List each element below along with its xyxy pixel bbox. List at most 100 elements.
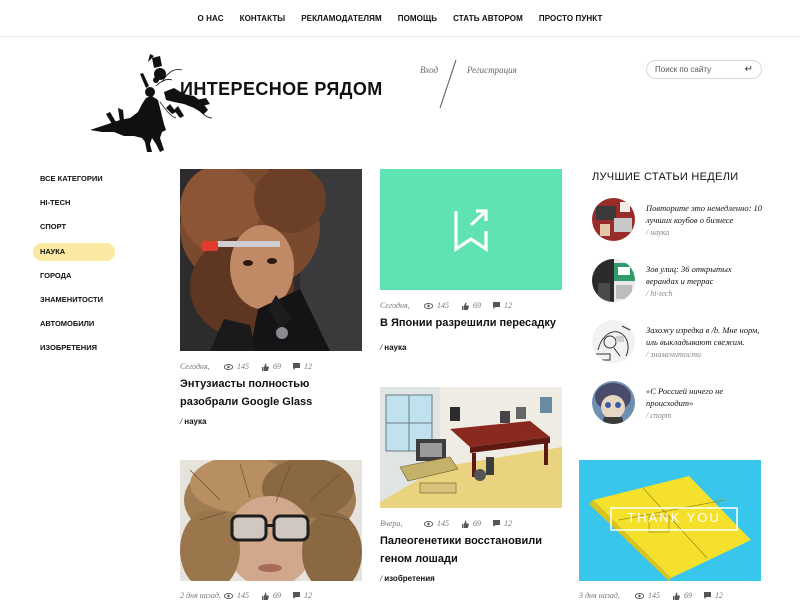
card-meta-2: Сегодня, 145 69 12 <box>380 301 524 310</box>
card-title-3[interactable]: Палеогенетики восстановили геном лошади <box>380 532 570 568</box>
likes-stat: 69 <box>461 519 481 528</box>
card-meta-5: 3 дня назад, 145 69 12 <box>579 591 735 600</box>
weekly-thumb[interactable] <box>592 381 635 424</box>
card-image-hay-hair[interactable] <box>180 460 362 581</box>
thumbs-up-icon <box>673 592 680 600</box>
category-sidebar: ВСЕ КАТЕГОРИИ HI-TECH СПОРТ НАУКА ГОРОДА… <box>33 170 115 364</box>
weekly-title: Захожу изредка в /b. Мне норм, иль выкла… <box>646 325 760 347</box>
card-category-2[interactable]: / наука <box>380 343 406 352</box>
weekly-title: Повторите это немедленно: 10 лучших коуб… <box>646 203 763 225</box>
sidebar-item-science[interactable]: НАУКА <box>33 242 115 261</box>
likes-stat: 69 <box>261 591 281 600</box>
sidebar-item-cities[interactable]: ГОРОДА <box>33 267 115 285</box>
card-title-line: разобрали Google Glass <box>180 396 313 408</box>
eye-icon <box>224 592 233 599</box>
card-title-1[interactable]: Энтузиасты полностью разобрали Google Gl… <box>180 375 370 411</box>
weekly-category: спорт <box>650 411 672 420</box>
comment-icon <box>293 363 300 370</box>
eye-icon <box>424 302 433 309</box>
eye-icon <box>224 363 233 370</box>
comments-stat: 12 <box>704 591 723 600</box>
logo-illustration[interactable] <box>90 52 215 154</box>
card-image-isometric-room[interactable] <box>380 387 562 508</box>
nav-contacts[interactable]: КОНТАКТЫ <box>240 14 286 23</box>
card-image-thank-you[interactable]: THANK YOU <box>579 460 761 581</box>
category-name: наука <box>384 343 407 352</box>
likes-stat: 69 <box>672 591 692 600</box>
weekly-item-1[interactable]: Повторите это немедленно: 10 лучших коуб… <box>592 198 767 246</box>
views-stat: 145 <box>224 591 249 600</box>
eye-icon <box>424 520 433 527</box>
likes-stat: 69 <box>461 301 481 310</box>
weekly-category: знаменитости <box>650 350 702 359</box>
card-meta-3: Вчера, 145 69 12 <box>380 519 524 528</box>
card-date: Сегодня, <box>380 301 410 310</box>
weekly-item-3[interactable]: Захожу изредка в /b. Мне норм, иль выкла… <box>592 320 767 368</box>
nav-simple-item[interactable]: ПРОСТО ПУНКТ <box>539 14 603 23</box>
thumbs-up-icon <box>462 520 469 528</box>
views-stat: 145 <box>635 591 660 600</box>
card-meta-1: Сегодня, 145 69 12 <box>180 362 324 371</box>
nav-help[interactable]: ПОМОЩЬ <box>398 14 437 23</box>
card-date: 3 дня назад, <box>579 591 620 600</box>
weekly-item-text: Зов улиц: 36 открытых верандах и террас … <box>646 263 766 300</box>
card-category-1[interactable]: / наука <box>180 417 206 426</box>
weekly-item-2[interactable]: Зов улиц: 36 открытых верандах и террас … <box>592 259 767 307</box>
likes-count: 69 <box>473 301 481 310</box>
likes-count: 69 <box>273 591 281 600</box>
weekly-item-4[interactable]: «С Россией ничего не происходит» / спорт <box>592 381 767 429</box>
weekly-thumb[interactable] <box>592 320 635 363</box>
sidebar-item-all[interactable]: ВСЕ КАТЕГОРИИ <box>33 170 115 188</box>
card-title-line: Энтузиасты полностью <box>180 378 310 390</box>
comments-count: 12 <box>304 591 312 600</box>
card-meta-4: 2 дня назад, 145 69 12 <box>180 591 324 600</box>
eye-icon <box>635 592 644 599</box>
likes-count: 69 <box>684 591 692 600</box>
register-link[interactable]: Регистрация <box>467 65 517 75</box>
comment-icon <box>704 592 711 599</box>
views-count: 145 <box>648 591 660 600</box>
weekly-title: «С Россией ничего не происходит» <box>646 386 724 408</box>
card-title-2[interactable]: В Японии разрешили пересадку <box>380 314 570 332</box>
comments-count: 12 <box>504 519 512 528</box>
card-title-line: В Японии разрешили пересадку <box>380 317 556 329</box>
search-input[interactable] <box>655 65 735 74</box>
nav-become-author[interactable]: СТАТЬ АВТОРОМ <box>453 14 523 23</box>
views-stat: 145 <box>424 519 449 528</box>
comments-count: 12 <box>304 362 312 371</box>
card-image-teal[interactable] <box>380 169 562 290</box>
login-link[interactable]: Вход <box>420 65 438 75</box>
comments-stat: 12 <box>293 362 312 371</box>
weekly-category: hi-tech <box>650 289 673 298</box>
comments-count: 12 <box>715 591 723 600</box>
sidebar-item-cars[interactable]: АВТОМОБИЛИ <box>33 315 115 333</box>
comments-stat: 12 <box>493 301 512 310</box>
likes-count: 69 <box>273 362 281 371</box>
enter-icon[interactable]: ↵ <box>745 64 753 75</box>
weekly-thumb[interactable] <box>592 259 635 302</box>
sidebar-item-inventions[interactable]: ИЗОБРЕТЕНИЯ <box>33 339 115 357</box>
card-category-3[interactable]: / изобретения <box>380 574 435 583</box>
card-title-line: геном лошади <box>380 553 458 565</box>
card-image-google-glass[interactable] <box>180 169 362 351</box>
nav-advertisers[interactable]: РЕКЛАМОДАТЕЛЯМ <box>301 14 381 23</box>
auth-links: Вход Регистрация <box>418 60 528 110</box>
card-date: 2 дня назад, <box>180 591 221 600</box>
card-date: Сегодня, <box>180 362 210 371</box>
nav-about[interactable]: О НАС <box>198 14 224 23</box>
sidebar-item-celebrities[interactable]: ЗНАМЕНИТОСТИ <box>33 291 115 309</box>
likes-count: 69 <box>473 519 481 528</box>
comment-icon <box>493 302 500 309</box>
views-count: 145 <box>237 362 249 371</box>
card-date: Вчера, <box>380 519 403 528</box>
sidebar-item-hitech[interactable]: HI-TECH <box>33 194 115 212</box>
weekly-thumb[interactable] <box>592 198 635 241</box>
comments-count: 12 <box>504 301 512 310</box>
weekly-item-text: Захожу изредка в /b. Мне норм, иль выкла… <box>646 324 766 361</box>
views-stat: 145 <box>224 362 249 371</box>
search-box[interactable]: ↵ <box>646 60 762 79</box>
brand-title[interactable]: ИНТЕРЕСНОЕ РЯДОМ <box>180 79 383 100</box>
comments-stat: 12 <box>293 591 312 600</box>
weekly-item-text: «С Россией ничего не происходит» / спорт <box>646 385 766 422</box>
sidebar-item-sport[interactable]: СПОРТ <box>33 218 115 236</box>
